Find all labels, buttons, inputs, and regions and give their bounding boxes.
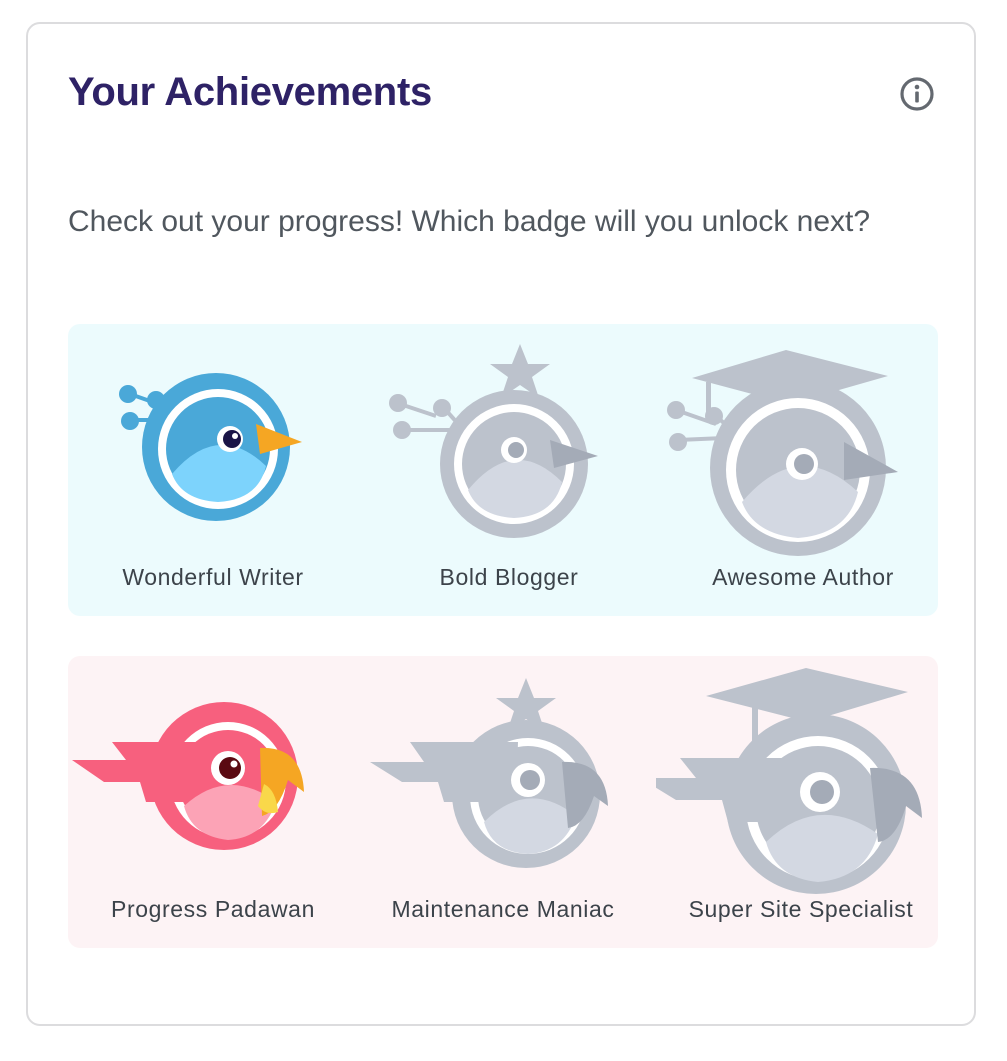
badge-maintenance-maniac[interactable]: Maintenance Maniac [358, 656, 648, 948]
maniac-parrot-star-icon [370, 678, 608, 868]
badge-super-site-specialist[interactable]: Super Site Specialist [656, 656, 938, 948]
progress-description: Check out your progress! Which badge wil… [68, 205, 871, 238]
achievements-card: Your Achievements Check out your progres… [26, 22, 976, 1026]
badge-label: Maintenance Maniac [391, 896, 615, 922]
badge-bold-blogger[interactable]: Bold Blogger [364, 324, 654, 616]
badge-wonderful-writer[interactable]: Wonderful Writer [68, 324, 358, 616]
badge-label: Bold Blogger [439, 564, 579, 590]
badge-label: Progress Padawan [111, 896, 315, 922]
author-bird-graduation-cap-icon [667, 350, 898, 556]
card-title: Your Achievements [68, 70, 432, 114]
padawan-parrot-icon [72, 702, 304, 850]
blogger-bird-star-icon [389, 344, 598, 538]
info-icon[interactable] [899, 76, 935, 112]
badge-label: Awesome Author [712, 564, 894, 590]
writer-bird-icon [119, 373, 302, 521]
badge-label: Super Site Specialist [688, 896, 914, 922]
badges-row-writing: Wonderful Writer Bold Blogger Awesome Au… [68, 324, 938, 616]
specialist-parrot-graduation-cap-icon [656, 668, 922, 894]
badge-awesome-author[interactable]: Awesome Author [658, 324, 938, 616]
badge-progress-padawan[interactable]: Progress Padawan [68, 656, 358, 948]
badges-row-maintenance: Progress Padawan Maintenance Maniac Supe… [68, 656, 938, 948]
badge-label: Wonderful Writer [122, 564, 304, 590]
